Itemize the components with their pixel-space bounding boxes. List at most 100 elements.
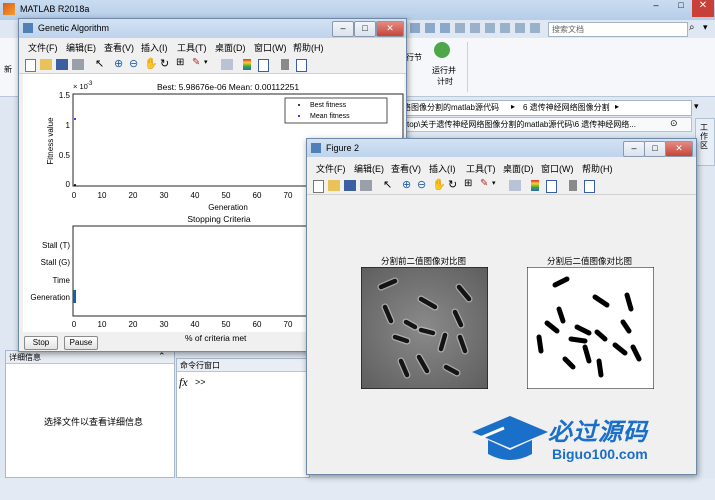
nav-back-icon[interactable] — [410, 23, 420, 33]
search-field[interactable]: 搜索文档 — [548, 22, 688, 37]
legend-icon[interactable] — [258, 59, 269, 72]
xtick-label: 40 — [191, 320, 200, 329]
ribbon-left-label: 新 — [4, 65, 12, 74]
edit-plot-icon[interactable]: ↖ — [383, 178, 392, 191]
workspace-tab[interactable]: 工作区 — [695, 118, 715, 166]
link-plot-icon[interactable] — [221, 59, 233, 70]
folder-options-icon[interactable]: ⊙ — [670, 118, 678, 129]
colorbar-icon[interactable] — [243, 59, 251, 70]
xtick-label: 30 — [160, 320, 169, 329]
nav-up-icon[interactable] — [440, 23, 450, 33]
ga-menu-bar: 文件(F) 编辑(E) 查看(V) 插入(I) 工具(T) 桌面(D) 窗口(W… — [19, 39, 406, 53]
pan-icon[interactable]: ✋ — [144, 57, 158, 70]
colorbar-icon[interactable] — [531, 180, 539, 191]
ribbon-divider — [467, 42, 468, 92]
link-plot-icon[interactable] — [509, 180, 521, 191]
figure2-maximize-button[interactable]: □ — [644, 141, 666, 157]
save-icon[interactable] — [56, 59, 68, 70]
nav-undo-icon[interactable] — [515, 23, 525, 33]
fig2-menu-edit[interactable]: 编辑(E) — [354, 162, 384, 175]
ga-menu-view[interactable]: 查看(V) — [104, 41, 134, 54]
open-file-icon[interactable] — [328, 180, 340, 191]
brush-icon[interactable]: ✎ — [480, 178, 488, 189]
dock-icon[interactable] — [296, 59, 307, 72]
hide-tools-icon[interactable] — [281, 59, 289, 70]
ga-menu-desktop[interactable]: 桌面(D) — [215, 41, 246, 54]
print-icon[interactable] — [360, 180, 372, 191]
data-cursor-icon[interactable]: ⊞ — [176, 57, 184, 68]
path-segment-2[interactable]: 6 遗传神经网络图像分割 — [523, 102, 610, 113]
detail-collapse-icon[interactable]: ⌃ — [158, 351, 166, 362]
fig2-menu-tools[interactable]: 工具(T) — [466, 162, 496, 175]
command-window[interactable]: 命令行窗口 fx >> — [176, 358, 310, 478]
ga-menu-file[interactable]: 文件(F) — [28, 41, 58, 54]
zoom-in-icon[interactable]: ⊕ — [402, 178, 411, 191]
ga-menu-edit[interactable]: 编辑(E) — [66, 41, 96, 54]
search-placeholder: 搜索文档 — [552, 25, 584, 34]
run-timer-icon[interactable] — [434, 42, 450, 58]
address-bar[interactable]: 络图像分割的matlab源代码 ▸ 6 遗传神经网络图像分割 ▸ — [400, 100, 692, 116]
run-timer-line2[interactable]: 计时 — [437, 76, 453, 87]
rotate-icon[interactable]: ↻ — [448, 178, 457, 191]
minimize-button[interactable]: – — [644, 0, 668, 17]
ga-menu-help[interactable]: 帮助(H) — [293, 41, 324, 54]
ga-minimize-button[interactable]: – — [332, 21, 354, 37]
stopping-yticks: Stall (T) Stall (G) Time Generation — [30, 241, 70, 302]
criteria-label: Time — [53, 276, 71, 285]
zoom-in-icon[interactable]: ⊕ — [114, 57, 123, 70]
browse-folder-icon[interactable]: ▾ — [694, 101, 699, 112]
rotate-icon[interactable]: ↻ — [160, 57, 169, 70]
zoom-out-icon[interactable]: ⊖ — [129, 57, 138, 70]
nav-save-icon[interactable] — [455, 23, 465, 33]
brush-dropdown-icon[interactable]: ▾ — [204, 58, 208, 66]
ribbon-collapse-icon[interactable]: ▾ — [703, 22, 708, 33]
ga-maximize-button[interactable]: □ — [354, 21, 376, 37]
fig2-menu-insert[interactable]: 插入(I) — [429, 162, 456, 175]
nav-fwd-icon[interactable] — [425, 23, 435, 33]
brush-dropdown-icon[interactable]: ▾ — [492, 179, 496, 187]
data-cursor-icon[interactable]: ⊞ — [464, 178, 472, 189]
fig2-menu-desktop[interactable]: 桌面(D) — [503, 162, 534, 175]
ga-menu-tools[interactable]: 工具(T) — [177, 41, 207, 54]
open-file-icon[interactable] — [40, 59, 52, 70]
close-button[interactable]: ✕ — [692, 0, 714, 17]
run-timer-line1[interactable]: 运行并 — [432, 65, 456, 76]
ga-menu-window[interactable]: 窗口(W) — [254, 41, 287, 54]
figure2-close-button[interactable]: ✕ — [665, 141, 693, 157]
stop-button[interactable]: Stop — [24, 336, 58, 350]
zoom-out-icon[interactable]: ⊖ — [417, 178, 426, 191]
brush-icon[interactable]: ✎ — [192, 57, 200, 68]
pan-icon[interactable]: ✋ — [432, 178, 446, 191]
figure2-title-bar: Figure 2 – □ ✕ — [307, 139, 696, 157]
pause-button[interactable]: Pause — [64, 336, 98, 350]
nav-copy-icon[interactable] — [485, 23, 495, 33]
dock-icon[interactable] — [584, 180, 595, 193]
print-icon[interactable] — [72, 59, 84, 70]
ga-menu-insert[interactable]: 插入(I) — [141, 41, 168, 54]
ga-close-button[interactable]: ✕ — [376, 21, 404, 37]
edit-plot-icon[interactable]: ↖ — [95, 57, 104, 70]
fx-icon[interactable]: fx — [179, 375, 188, 390]
legend-icon[interactable] — [546, 180, 557, 193]
ytick-label: 0 — [66, 180, 71, 189]
hide-tools-icon[interactable] — [569, 180, 577, 191]
graduation-cap-logo — [472, 416, 548, 460]
nav-redo-icon[interactable] — [530, 23, 540, 33]
nav-cut-icon[interactable] — [470, 23, 480, 33]
new-figure-icon[interactable] — [313, 180, 324, 193]
fig2-menu-view[interactable]: 查看(V) — [391, 162, 421, 175]
figure2-minimize-button[interactable]: – — [623, 141, 645, 157]
new-figure-icon[interactable] — [25, 59, 36, 72]
save-icon[interactable] — [344, 180, 356, 191]
fig2-menu-file[interactable]: 文件(F) — [316, 162, 346, 175]
path-segment-1[interactable]: 络图像分割的matlab源代码 — [403, 102, 499, 113]
fig2-menu-help[interactable]: 帮助(H) — [582, 162, 613, 175]
nav-paste-icon[interactable] — [500, 23, 510, 33]
watermark-cn: 必过源码 — [548, 419, 648, 446]
xtick-label: 10 — [98, 320, 107, 329]
ribbon-step-label[interactable]: 行节 — [406, 52, 422, 63]
xtick-label: 50 — [222, 320, 231, 329]
search-icon[interactable]: ⌕ — [689, 22, 695, 33]
maximize-button[interactable]: □ — [669, 0, 693, 17]
fig2-menu-window[interactable]: 窗口(W) — [541, 162, 574, 175]
